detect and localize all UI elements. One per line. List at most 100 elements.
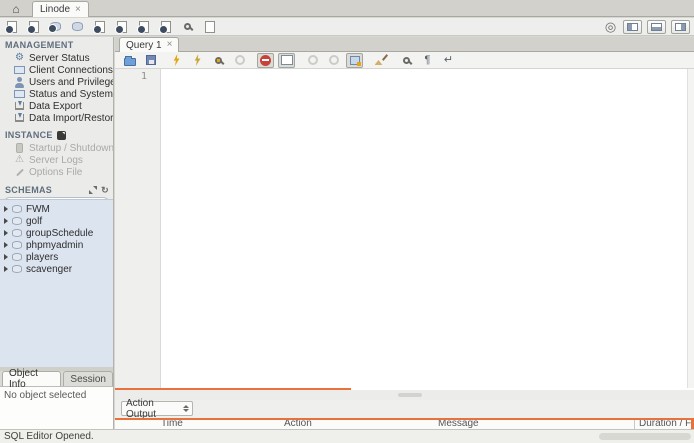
sidebar-item-startup-shutdown[interactable]: Startup / Shutdown xyxy=(0,142,113,154)
tab-object-info[interactable]: Object Info xyxy=(2,368,62,390)
toggle-stop-on-error-button[interactable] xyxy=(257,52,274,68)
expander-icon[interactable] xyxy=(4,206,8,212)
server-logs-warning-icon: ⚠ xyxy=(15,154,24,165)
sidebar-item-server-status[interactable]: ⚙ Server Status xyxy=(0,52,113,64)
status-bar: SQL Editor Opened. xyxy=(0,429,694,443)
search-table-data-icon[interactable] xyxy=(180,19,195,34)
rollback-icon[interactable] xyxy=(325,53,342,68)
header-accent-line xyxy=(115,418,694,420)
editor-vertical-scrollbar[interactable] xyxy=(687,69,694,388)
close-tab-icon[interactable]: × xyxy=(75,4,81,15)
autocommit-icon xyxy=(349,55,361,66)
query-tab[interactable]: Query 1 × xyxy=(119,37,180,52)
expand-panel-icon[interactable] xyxy=(89,185,98,194)
toggle-word-wrap-icon[interactable]: ↵ xyxy=(440,53,457,68)
system-variables-icon xyxy=(14,89,25,100)
execute-current-statement-icon[interactable] xyxy=(189,53,206,68)
database-icon xyxy=(12,217,22,225)
line-number: 1 xyxy=(140,71,147,82)
find-icon[interactable] xyxy=(398,53,415,68)
show-invisible-chars-icon[interactable]: ¶ xyxy=(419,53,436,68)
user-icon xyxy=(14,76,25,88)
commit-icon[interactable] xyxy=(304,53,321,68)
expander-icon[interactable] xyxy=(4,254,8,260)
main-toolbar-left xyxy=(4,19,217,34)
object-info-panel: No object selected xyxy=(0,387,113,429)
home-tab[interactable]: ⌂ xyxy=(2,1,30,16)
management-section-title: MANAGEMENT xyxy=(5,40,74,50)
select-spinner-icon xyxy=(183,405,189,412)
sidebar-item-data-import[interactable]: Data Import/Restore xyxy=(0,112,113,124)
database-icon xyxy=(12,229,22,237)
status-text: SQL Editor Opened. xyxy=(4,431,94,442)
database-icon xyxy=(12,241,22,249)
main-toolbar-right: ◎ xyxy=(603,19,690,34)
close-query-tab-icon[interactable]: × xyxy=(167,40,173,50)
limit-rows-icon xyxy=(280,55,293,65)
query-tab-bar: Query 1 × xyxy=(115,37,694,52)
startup-shutdown-icon xyxy=(14,143,25,154)
reconnect-dbms-icon[interactable] xyxy=(202,19,217,34)
execute-script-icon[interactable] xyxy=(168,53,185,68)
line-number-gutter: 1 xyxy=(115,69,161,388)
editor-toolbar: ¶ ↵ xyxy=(115,52,694,69)
toggle-bottom-panel-button[interactable] xyxy=(647,19,666,34)
sql-editor-area: Query 1 × ¶ ↵ 1 Action Output Time Actio… xyxy=(115,37,694,432)
create-schema-icon[interactable] xyxy=(48,19,63,34)
toggle-autocommit-button[interactable] xyxy=(346,52,363,68)
tab-session[interactable]: Session xyxy=(63,371,113,386)
toggle-right-panel-button[interactable] xyxy=(671,19,690,34)
open-sql-script-icon[interactable] xyxy=(26,19,41,34)
horizontal-scrollbar[interactable] xyxy=(599,433,691,440)
sidebar-item-client-connections[interactable]: Client Connections xyxy=(0,64,113,76)
schema-item-fwm[interactable]: FWM xyxy=(0,203,113,215)
toggle-left-panel-button[interactable] xyxy=(623,19,642,34)
expander-icon[interactable] xyxy=(4,230,8,236)
sidebar-item-data-export[interactable]: Data Export xyxy=(0,100,113,112)
right-panel-icon xyxy=(675,22,686,31)
panel-splitter[interactable] xyxy=(115,390,694,400)
schema-item-phpmyadmin[interactable]: phpmyadmin xyxy=(0,239,113,251)
save-script-icon[interactable] xyxy=(142,53,159,68)
data-export-icon xyxy=(14,101,25,112)
create-table-icon[interactable] xyxy=(70,19,85,34)
sidebar-item-server-logs[interactable]: ⚠ Server Logs xyxy=(0,154,113,166)
schema-item-scavenger[interactable]: scavenger xyxy=(0,263,113,275)
stop-query-icon[interactable] xyxy=(231,53,248,68)
expander-icon[interactable] xyxy=(4,266,8,272)
explain-statement-icon[interactable] xyxy=(210,53,227,68)
database-icon xyxy=(12,205,22,213)
data-import-icon xyxy=(14,113,25,124)
toggle-limit-rows-button[interactable] xyxy=(278,52,295,68)
lock-target-icon[interactable]: ◎ xyxy=(603,19,618,34)
output-view-select[interactable]: Action Output xyxy=(121,398,193,420)
sidebar-item-users-privileges[interactable]: Users and Privileges xyxy=(0,76,113,88)
output-view-label: Action Output xyxy=(126,397,157,420)
database-icon xyxy=(12,253,22,261)
instance-section-title: INSTANCE xyxy=(0,130,113,140)
connection-tab-linode[interactable]: Linode × xyxy=(32,1,89,17)
left-panel-icon xyxy=(627,22,638,31)
main-toolbar: ◎ xyxy=(0,18,694,36)
sidebar-item-status-variables[interactable]: Status and System Variables xyxy=(0,88,113,100)
refresh-schemas-icon[interactable]: ↻ xyxy=(101,185,109,195)
beautify-script-icon[interactable] xyxy=(372,53,389,68)
expander-icon[interactable] xyxy=(4,242,8,248)
create-function-icon[interactable] xyxy=(136,19,151,34)
client-connections-icon xyxy=(14,65,25,76)
schema-item-players[interactable]: players xyxy=(0,251,113,263)
splitter-grip[interactable] xyxy=(398,393,422,397)
sidebar: MANAGEMENT ⚙ Server Status Client Connec… xyxy=(0,37,114,429)
sidebar-item-options-file[interactable]: Options File xyxy=(0,166,113,178)
new-sql-tab-icon[interactable] xyxy=(4,19,19,34)
database-icon xyxy=(12,265,22,273)
create-trigger-icon[interactable] xyxy=(158,19,173,34)
sql-code-editor[interactable]: 1 xyxy=(115,69,694,388)
open-script-icon[interactable] xyxy=(121,53,138,68)
stop-on-error-icon xyxy=(260,54,271,66)
schema-item-golf[interactable]: golf xyxy=(0,215,113,227)
create-procedure-icon[interactable] xyxy=(114,19,129,34)
schema-item-groupschedule[interactable]: groupSchedule xyxy=(0,227,113,239)
expander-icon[interactable] xyxy=(4,218,8,224)
create-view-icon[interactable] xyxy=(92,19,107,34)
